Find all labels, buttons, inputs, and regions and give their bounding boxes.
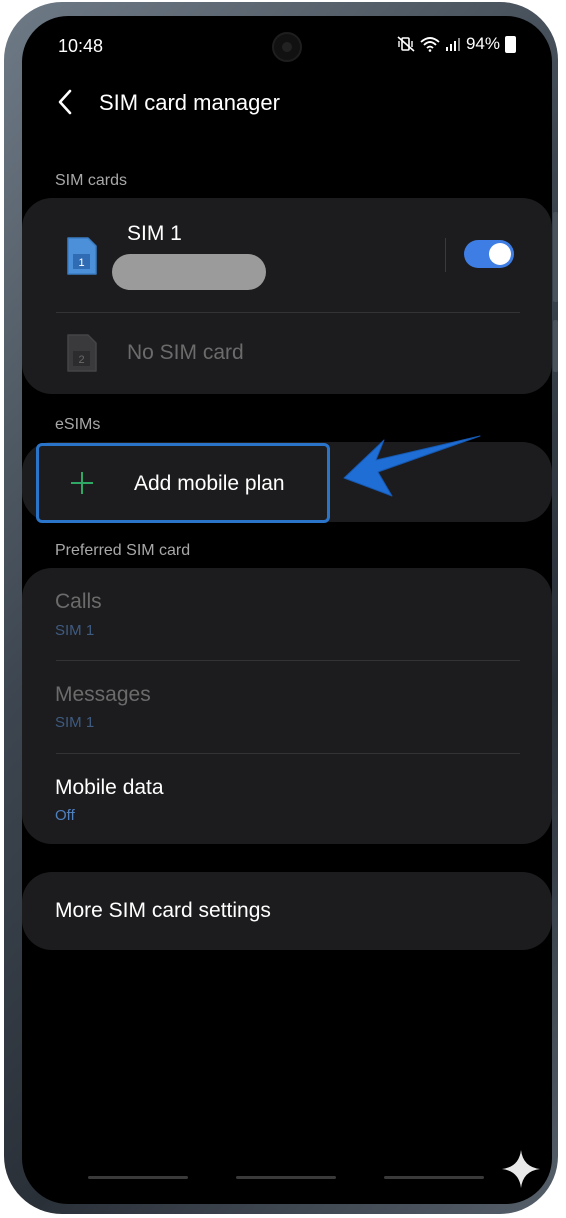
mobile-data-row[interactable]: Mobile data Off xyxy=(22,754,552,844)
mute-vibrate-icon xyxy=(397,36,415,52)
chevron-left-icon[interactable] xyxy=(50,86,82,118)
pointer-arrow-icon xyxy=(343,435,481,497)
mobile-data-title: Mobile data xyxy=(55,776,164,799)
add-mobile-plan-label: Add mobile plan xyxy=(134,472,285,495)
sim-card-1-icon: 1 xyxy=(67,237,97,275)
signal-icon xyxy=(445,38,460,51)
sim-2-slot-number: 2 xyxy=(78,354,84,366)
power-button xyxy=(553,320,558,372)
messages-title: Messages xyxy=(55,683,151,706)
more-sim-settings-label: More SIM card settings xyxy=(55,899,271,922)
status-icons: 94% xyxy=(397,34,516,54)
battery-icon xyxy=(505,35,516,53)
phone-number-redacted xyxy=(112,254,266,290)
sim-1-name: SIM 1 xyxy=(127,222,182,245)
screen: 10:48 94% SIM card manager SIM cards 1 S… xyxy=(22,16,552,1204)
sim-1-toggle[interactable] xyxy=(464,240,514,268)
app-header: SIM card manager xyxy=(22,78,552,126)
plus-icon xyxy=(71,472,93,494)
section-label-esims: eSIMs xyxy=(55,416,101,433)
preferred-sim-card: Calls SIM 1 Messages SIM 1 Mobile data O… xyxy=(22,568,552,844)
volume-button xyxy=(553,212,558,302)
section-label-sim-cards: SIM cards xyxy=(55,172,128,189)
no-sim-card-label: No SIM card xyxy=(127,341,244,364)
mobile-data-value: Off xyxy=(55,807,75,824)
nav-hint-center xyxy=(236,1176,336,1179)
battery-percent: 94% xyxy=(465,34,500,53)
status-time: 10:48 xyxy=(58,36,104,56)
sim-cards-card: 1 SIM 1 2 No SIM card xyxy=(22,198,552,394)
status-bar: 10:48 94% xyxy=(22,16,552,74)
sparkle-icon xyxy=(502,1150,540,1188)
sim-card-2-icon: 2 xyxy=(67,334,97,372)
sim-1-slot-number: 1 xyxy=(78,257,84,269)
nav-hint-left xyxy=(88,1176,188,1179)
sim-2-row[interactable]: 2 No SIM card xyxy=(22,313,552,394)
wifi-icon xyxy=(420,37,440,52)
calls-value: SIM 1 xyxy=(55,622,95,639)
messages-value: SIM 1 xyxy=(55,714,95,731)
phone-frame: 10:48 94% SIM card manager SIM cards 1 S… xyxy=(4,2,558,1214)
add-mobile-plan-button[interactable]: Add mobile plan xyxy=(36,443,330,523)
calls-row[interactable]: Calls SIM 1 xyxy=(22,568,552,660)
vertical-separator xyxy=(445,238,446,272)
sim-1-row[interactable]: 1 SIM 1 xyxy=(22,198,442,312)
section-label-preferred: Preferred SIM card xyxy=(55,542,191,559)
nav-hint-right xyxy=(384,1176,484,1179)
messages-row[interactable]: Messages SIM 1 xyxy=(22,661,552,753)
front-camera xyxy=(272,32,302,62)
calls-title: Calls xyxy=(55,590,102,613)
more-sim-settings-button[interactable]: More SIM card settings xyxy=(22,872,552,950)
page-title: SIM card manager xyxy=(99,90,280,115)
toggle-knob xyxy=(489,243,511,265)
